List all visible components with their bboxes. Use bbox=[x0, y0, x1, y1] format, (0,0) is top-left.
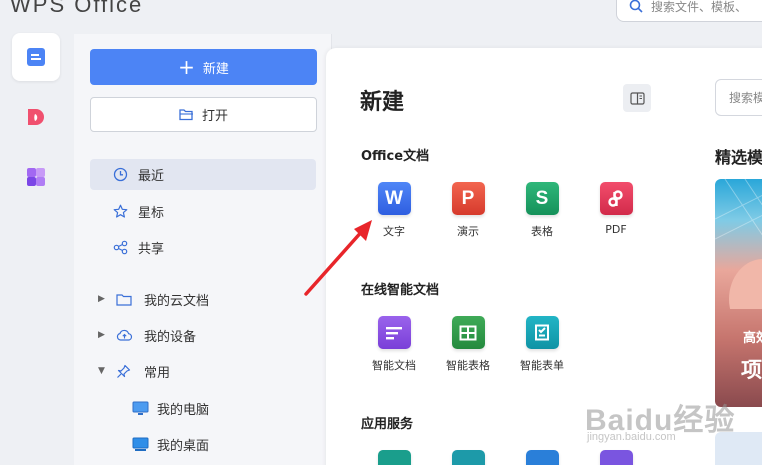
tile-presentation[interactable]: P 演示 bbox=[436, 182, 500, 239]
global-search-placeholder: 搜索文件、模板、 bbox=[651, 0, 748, 14]
sidebar-item-cloud-docs[interactable]: ▶ 我的云文档 bbox=[98, 287, 209, 311]
smart-form-icon bbox=[525, 316, 559, 349]
sidebar-item-my-desktop[interactable]: 我的桌面 bbox=[132, 432, 209, 456]
banner-line-1: 高效 bbox=[743, 331, 762, 346]
tile-smart-form[interactable]: 智能表单 bbox=[510, 316, 574, 373]
tile-label: PDF bbox=[605, 223, 627, 236]
sidebar-item-starred[interactable]: 星标 bbox=[90, 196, 316, 227]
service-icon bbox=[451, 450, 485, 465]
tile-label: 智能文档 bbox=[372, 359, 416, 372]
sidebar-item-label: 我的云文档 bbox=[144, 293, 210, 309]
layout-toggle-button[interactable] bbox=[623, 84, 651, 112]
chevron-right-icon[interactable]: ▶ bbox=[98, 330, 110, 340]
sidebar-item-label: 最近 bbox=[138, 169, 165, 184]
tile-label: 智能表格 bbox=[446, 359, 490, 372]
plus-icon: + bbox=[178, 55, 195, 79]
tile-label: 表格 bbox=[531, 225, 553, 238]
docer-icon bbox=[28, 109, 44, 125]
tile-pdf[interactable]: PDF bbox=[584, 182, 648, 236]
cloud-device-icon bbox=[116, 327, 134, 343]
cloud-folder-icon bbox=[116, 291, 134, 307]
service-icon bbox=[599, 450, 633, 465]
tile-service-4[interactable] bbox=[584, 450, 648, 465]
sidebar-item-devices[interactable]: ▶ 我的设备 bbox=[98, 323, 196, 347]
baidu-watermark: Baidu经验 jingyan.baidu.com bbox=[585, 395, 735, 443]
open-button[interactable]: 打开 bbox=[90, 97, 317, 132]
smart-sheet-icon bbox=[451, 316, 485, 349]
template-search-input[interactable]: 搜索模 bbox=[715, 79, 762, 116]
rail-docer[interactable] bbox=[12, 93, 60, 141]
rail-apps[interactable] bbox=[12, 153, 60, 201]
watermark-url: jingyan.baidu.com bbox=[587, 431, 676, 443]
sidebar-layout-icon bbox=[629, 91, 645, 105]
chevron-right-icon[interactable]: ▶ bbox=[98, 294, 110, 304]
sidebar-item-label: 我的电脑 bbox=[157, 402, 210, 418]
app-logo: WPS Office bbox=[10, 0, 144, 17]
tile-label: 智能表单 bbox=[520, 359, 564, 372]
folder-open-icon bbox=[179, 109, 193, 121]
section-title-services: 应用服务 bbox=[361, 417, 414, 432]
wps-office-window: WPS Office 搜索文件、模板、 + 新建 打开 最近 星标 共享 ▶ 我… bbox=[0, 0, 762, 465]
service-icon bbox=[525, 450, 559, 465]
sidebar-item-my-computer[interactable]: 我的电脑 bbox=[132, 396, 209, 420]
tile-smart-sheet[interactable]: 智能表格 bbox=[436, 316, 500, 373]
pdf-icon bbox=[599, 182, 633, 215]
open-button-label: 打开 bbox=[201, 109, 228, 124]
tile-service-1[interactable] bbox=[362, 450, 426, 465]
star-icon bbox=[112, 204, 128, 220]
smart-doc-icon bbox=[377, 316, 411, 349]
tile-smart-doc[interactable]: 智能文档 bbox=[362, 316, 426, 373]
annotation-arrow bbox=[304, 220, 372, 296]
computer-icon bbox=[132, 401, 149, 416]
tile-spreadsheet[interactable]: S 表格 bbox=[510, 182, 574, 239]
presentation-icon: P bbox=[451, 182, 485, 215]
spreadsheet-icon: S bbox=[525, 182, 559, 215]
search-icon bbox=[629, 0, 643, 13]
sidebar-item-label: 我的设备 bbox=[144, 329, 197, 345]
banner-illustration bbox=[715, 179, 762, 309]
sidebar-item-frequent[interactable]: ▼ 常用 bbox=[98, 359, 170, 383]
writer-icon: W bbox=[377, 182, 411, 215]
new-button-label: 新建 bbox=[202, 61, 229, 77]
global-search-input[interactable]: 搜索文件、模板、 bbox=[616, 0, 762, 22]
chevron-down-icon[interactable]: ▼ bbox=[98, 366, 110, 376]
desktop-icon bbox=[132, 437, 149, 452]
tile-service-2[interactable] bbox=[436, 450, 500, 465]
clock-icon bbox=[112, 167, 128, 183]
sidebar-item-label: 星标 bbox=[138, 206, 165, 221]
sidebar-item-label: 常用 bbox=[144, 365, 171, 381]
pin-icon bbox=[116, 363, 134, 379]
tile-service-3[interactable] bbox=[510, 450, 574, 465]
featured-templates-title: 精选模 bbox=[715, 148, 762, 167]
new-button[interactable]: + 新建 bbox=[90, 49, 317, 85]
sidebar-item-label: 我的桌面 bbox=[157, 438, 210, 454]
sidebar-item-label: 共享 bbox=[138, 242, 165, 257]
section-title-office: Office文档 bbox=[361, 149, 430, 164]
rail-documents[interactable] bbox=[12, 33, 60, 81]
sidebar-item-shared[interactable]: 共享 bbox=[90, 232, 316, 263]
share-icon bbox=[112, 240, 128, 256]
documents-icon bbox=[27, 48, 45, 66]
template-banner[interactable]: 高效 项 bbox=[715, 179, 762, 407]
tile-label: 演示 bbox=[457, 225, 479, 238]
apps-icon bbox=[27, 168, 45, 186]
tile-label: 文字 bbox=[383, 225, 405, 238]
banner-line-2: 项 bbox=[741, 358, 762, 382]
page-title: 新建 bbox=[360, 90, 405, 115]
sidebar-item-recent[interactable]: 最近 bbox=[90, 159, 316, 190]
service-icon bbox=[377, 450, 411, 465]
